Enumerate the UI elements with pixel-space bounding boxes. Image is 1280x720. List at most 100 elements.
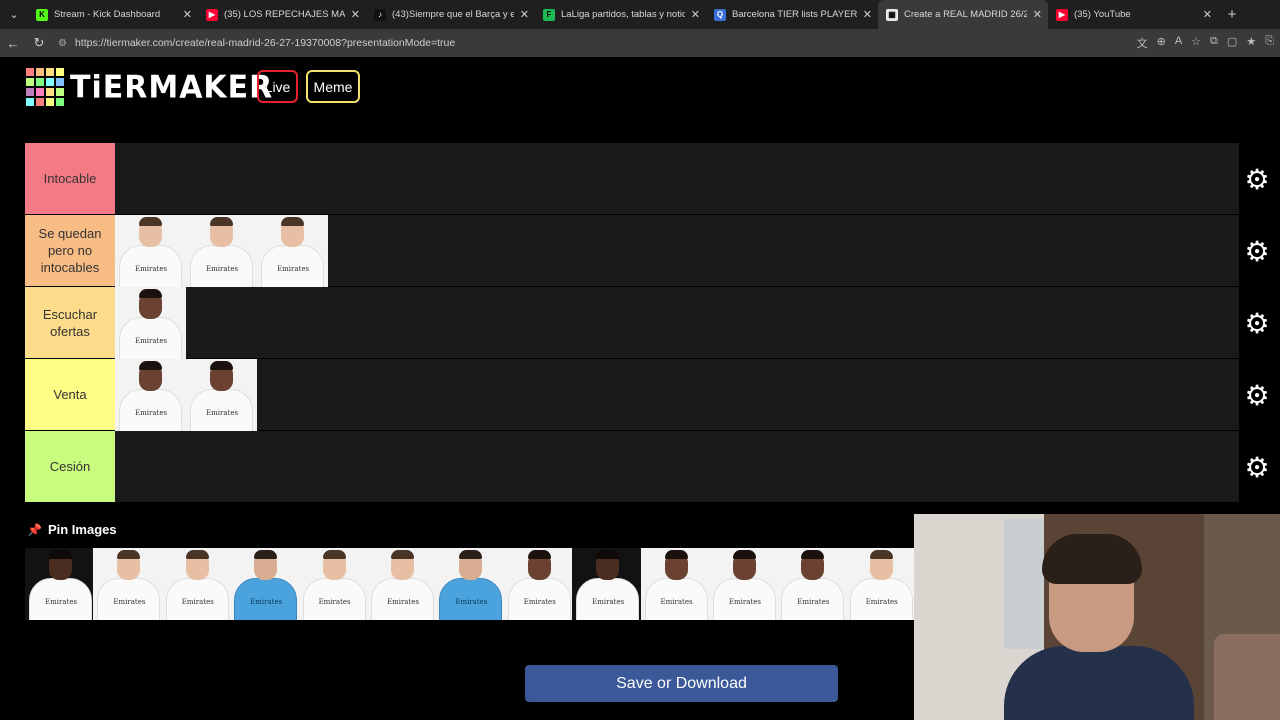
logo-square — [46, 78, 54, 86]
player-hair — [49, 550, 72, 559]
tier-drop-zone[interactable]: Emirates Emirates Emirates — [115, 215, 1239, 287]
webcam-overlay — [914, 514, 1280, 720]
close-tab-icon[interactable]: ✕ — [351, 8, 360, 21]
tier-label[interactable]: Venta — [25, 359, 115, 430]
tier-drop-zone[interactable]: Emirates Emirates — [115, 359, 1239, 431]
player-image[interactable]: Emirates — [503, 548, 573, 620]
player-image[interactable]: Emirates — [366, 548, 436, 620]
jersey-sponsor: Emirates — [865, 598, 898, 606]
tier-settings-gear-icon[interactable]: ⚙ — [1243, 308, 1271, 339]
new-tab-icon[interactable]: + — [1218, 6, 1246, 23]
player-image[interactable]: Emirates — [435, 548, 504, 620]
tab-favicon-icon: K — [36, 8, 48, 21]
tier-row: Se quedan pero no intocables Emirates Emir… — [25, 215, 1239, 287]
collections-icon[interactable]: ⎘ — [1265, 35, 1274, 51]
close-tab-icon[interactable]: ✕ — [1033, 8, 1042, 21]
extensions-icon[interactable]: ⧉ — [1210, 35, 1218, 51]
jersey-sponsor: Emirates — [277, 265, 310, 273]
player-image[interactable]: Emirates — [115, 215, 186, 287]
tab-title: (35) LOS REPECHAJES MAS AGONI — [224, 9, 345, 20]
split-screen-icon[interactable]: ▢ — [1227, 35, 1237, 51]
jersey-sponsor: Emirates — [455, 598, 488, 606]
reload-icon[interactable]: ↻ — [26, 35, 52, 51]
site-info-icon[interactable]: ⚙ — [58, 38, 67, 49]
player-image[interactable]: Emirates — [186, 215, 257, 287]
tier-label[interactable]: Cesión — [25, 431, 115, 502]
tier-drop-zone[interactable]: Emirates — [115, 287, 1239, 359]
jersey-sponsor: Emirates — [135, 337, 168, 345]
player-hair — [869, 550, 893, 559]
player-image[interactable]: Emirates — [93, 548, 162, 620]
tier-label[interactable]: Escuchar ofertas — [25, 287, 115, 358]
tier-drop-zone[interactable] — [115, 143, 1239, 214]
pin-images-toggle[interactable]: 📌 Pin Images — [27, 522, 117, 537]
tier-settings-gear-icon[interactable]: ⚙ — [1243, 380, 1271, 411]
browser-tab[interactable]: Q Barcelona TIER lists PLAYERS 25/2 ✕ — [706, 0, 878, 29]
player-hair — [390, 550, 414, 559]
jersey-sponsor: Emirates — [250, 598, 283, 606]
player-hair — [254, 550, 278, 559]
read-aloud-icon[interactable]: A — [1175, 35, 1182, 51]
player-image[interactable]: Emirates — [640, 548, 709, 620]
browser-tab[interactable]: ♪ (43)Siempre que el Barça y el Atle ✕ — [366, 0, 535, 29]
url-field[interactable]: ⚙ https://tiermaker.com/create/real-madr… — [58, 32, 1137, 54]
player-hair — [459, 550, 483, 559]
close-tab-icon[interactable]: ✕ — [183, 8, 192, 21]
jersey-sponsor: Emirates — [135, 409, 168, 417]
tier-settings-gear-icon[interactable]: ⚙ — [1243, 164, 1271, 195]
jersey-sponsor: Emirates — [45, 598, 78, 606]
browser-tab[interactable]: ▦ Create a REAL MADRID 26/27 Tie ✕ — [878, 0, 1048, 29]
back-icon[interactable]: ← — [0, 36, 26, 51]
live-button[interactable]: Live — [257, 70, 298, 103]
tier-label[interactable]: Intocable — [25, 143, 115, 214]
player-image[interactable]: Emirates — [257, 215, 328, 287]
tab-title: (35) YouTube — [1074, 9, 1131, 20]
player-image[interactable]: Emirates — [708, 548, 778, 620]
player-image[interactable]: Emirates — [25, 548, 94, 620]
player-hair — [322, 550, 346, 559]
tab-search-icon[interactable]: ⌄ — [0, 0, 28, 29]
zoom-icon[interactable]: ⊕ — [1157, 35, 1166, 51]
browser-tab[interactable]: ▶ (35) YouTube ✕ — [1048, 0, 1218, 29]
player-image[interactable]: Emirates — [298, 548, 367, 620]
player-image[interactable]: Emirates — [186, 359, 257, 431]
browser-tab[interactable]: ▶ (35) LOS REPECHAJES MAS AGONI ✕ — [198, 0, 366, 29]
jersey-sponsor: Emirates — [206, 265, 239, 273]
close-tab-icon[interactable]: ✕ — [863, 8, 872, 21]
tab-favicon-icon: F — [543, 8, 555, 21]
logo-square — [36, 78, 44, 86]
player-image[interactable]: Emirates — [845, 548, 914, 620]
streamer-hair — [1042, 534, 1142, 584]
translate-icon[interactable]: 文 — [1137, 35, 1148, 51]
player-image[interactable]: Emirates — [777, 548, 846, 620]
favorites-icon[interactable]: ★ — [1246, 35, 1256, 51]
tier-row: Escuchar ofertas Emirates — [25, 287, 1239, 359]
player-image[interactable]: Emirates — [115, 359, 186, 431]
player-hair — [210, 361, 233, 370]
logo-square — [56, 88, 64, 96]
close-tab-icon[interactable]: ✕ — [520, 8, 529, 21]
close-tab-icon[interactable]: ✕ — [1203, 8, 1212, 21]
save-or-download-button[interactable]: Save or Download — [525, 665, 838, 702]
logo-square — [56, 68, 64, 76]
jersey-sponsor: Emirates — [113, 598, 146, 606]
close-tab-icon[interactable]: ✕ — [691, 8, 700, 21]
player-image[interactable]: Emirates — [161, 548, 231, 620]
favorite-star-icon[interactable]: ☆ — [1191, 35, 1201, 51]
tab-favicon-icon: Q — [714, 8, 726, 21]
tab-title: (43)Siempre que el Barça y el Atle — [392, 9, 514, 20]
player-hair — [117, 550, 141, 559]
tier-settings-gear-icon[interactable]: ⚙ — [1243, 236, 1271, 267]
browser-tab[interactable]: F LaLiga partidos, tablas y noticias 2 ✕ — [535, 0, 706, 29]
logo-square — [46, 68, 54, 76]
tier-label[interactable]: Se quedan pero no intocables — [25, 215, 115, 286]
webcam-window — [1004, 519, 1044, 649]
player-image[interactable]: Emirates — [230, 548, 299, 620]
tier-drop-zone[interactable] — [115, 431, 1239, 502]
tiermaker-logo[interactable]: TiERMAKER — [26, 68, 273, 106]
browser-tab[interactable]: K Stream - Kick Dashboard ✕ — [28, 0, 198, 29]
tier-settings-gear-icon[interactable]: ⚙ — [1243, 452, 1271, 483]
meme-button[interactable]: Meme — [306, 70, 360, 103]
player-image[interactable]: Emirates — [115, 287, 186, 359]
player-image[interactable]: Emirates — [572, 548, 641, 620]
